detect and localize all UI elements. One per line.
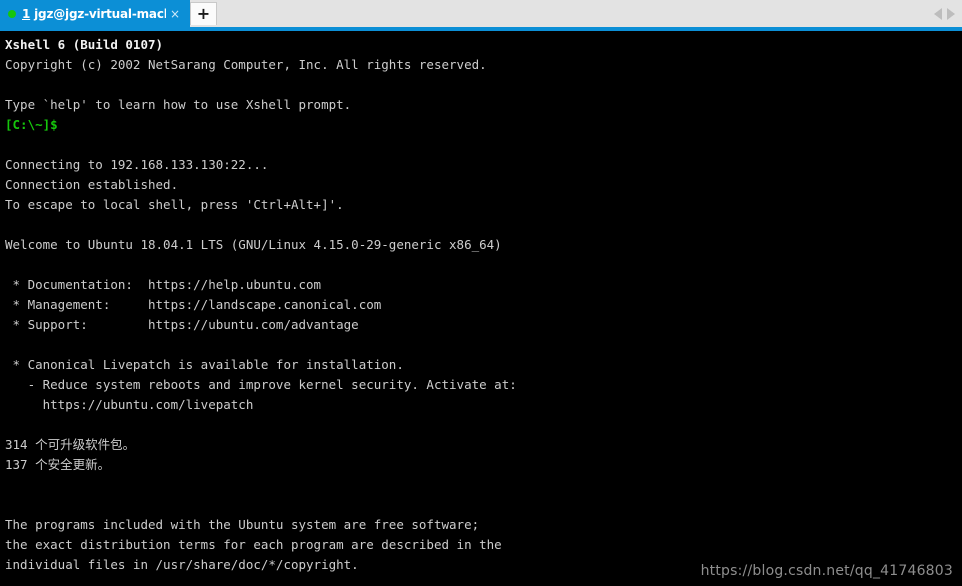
terminal-line xyxy=(5,475,962,495)
tab-bar-spacer xyxy=(217,0,934,27)
terminal-line: https://ubuntu.com/livepatch xyxy=(5,395,962,415)
terminal-line-text: Copyright (c) 2002 NetSarang Computer, I… xyxy=(5,57,487,72)
tab-nav-buttons xyxy=(934,0,962,27)
terminal-line xyxy=(5,135,962,155)
terminal-line-text: - Reduce system reboots and improve kern… xyxy=(5,377,517,392)
tab-title: jgz@jgz-virtual-machine: ~ xyxy=(34,6,166,21)
terminal-line: * Management: https://landscape.canonica… xyxy=(5,295,962,315)
terminal-line-text: 137 个安全更新。 xyxy=(5,457,111,472)
terminal-line: * Documentation: https://help.ubuntu.com xyxy=(5,275,962,295)
connection-status-dot-icon xyxy=(8,9,16,18)
terminal-line xyxy=(5,495,962,515)
terminal-line xyxy=(5,255,962,275)
terminal-line-text: * Canonical Livepatch is available for i… xyxy=(5,357,404,372)
terminal-line: 314 个可升级软件包。 xyxy=(5,435,962,455)
terminal-line-text: The programs included with the Ubuntu sy… xyxy=(5,517,480,532)
new-tab-button[interactable]: + xyxy=(190,2,217,25)
terminal-line-text: https://ubuntu.com/livepatch xyxy=(5,397,254,412)
chevron-left-icon[interactable] xyxy=(934,7,942,20)
terminal-line: Type `help' to learn how to use Xshell p… xyxy=(5,95,962,115)
terminal-line: * Support: https://ubuntu.com/advantage xyxy=(5,315,962,335)
terminal-line-text: the exact distribution terms for each pr… xyxy=(5,537,502,552)
terminal-output[interactable]: Xshell 6 (Build 0107) Copyright (c) 2002 … xyxy=(0,31,962,586)
terminal-line: To escape to local shell, press 'Ctrl+Al… xyxy=(5,195,962,215)
terminal-line-text xyxy=(5,337,13,352)
terminal-line xyxy=(5,415,962,435)
xshell-window: 1 jgz@jgz-virtual-machine: ~ × + Xshell … xyxy=(0,0,962,586)
terminal-line-text: * Documentation: https://help.ubuntu.com xyxy=(5,277,322,292)
terminal-line xyxy=(5,335,962,355)
terminal-line: - Reduce system reboots and improve kern… xyxy=(5,375,962,395)
terminal-line-text: Connection established. xyxy=(5,177,179,192)
terminal-line-text: Xshell 6 (Build 0107) xyxy=(5,37,164,52)
terminal-line-text: To escape to local shell, press 'Ctrl+Al… xyxy=(5,197,344,212)
terminal-line: [C:\~]$ xyxy=(5,115,962,135)
watermark-text: https://blog.csdn.net/qq_41746803 xyxy=(700,563,953,579)
tab-index: 1 xyxy=(22,6,31,21)
terminal-line-text xyxy=(5,137,13,152)
terminal-line-text: 314 个可升级软件包。 xyxy=(5,437,136,452)
terminal-line: The programs included with the Ubuntu sy… xyxy=(5,515,962,535)
terminal-line-text xyxy=(5,217,13,232)
terminal-line-text xyxy=(5,77,13,92)
terminal-line-text: Connecting to 192.168.133.130:22... xyxy=(5,157,269,172)
terminal-line-text: Type `help' to learn how to use Xshell p… xyxy=(5,97,352,112)
terminal-line-text: individual files in /usr/share/doc/*/cop… xyxy=(5,557,359,572)
terminal-line: the exact distribution terms for each pr… xyxy=(5,535,962,555)
close-icon[interactable]: × xyxy=(166,8,184,20)
terminal-line: Copyright (c) 2002 NetSarang Computer, I… xyxy=(5,55,962,75)
terminal-line xyxy=(5,75,962,95)
terminal-line-text xyxy=(5,577,13,586)
terminal-line-text: * Support: https://ubuntu.com/advantage xyxy=(5,317,359,332)
tab-bar: 1 jgz@jgz-virtual-machine: ~ × + xyxy=(0,0,962,27)
terminal-line: 137 个安全更新。 xyxy=(5,455,962,475)
terminal-line: Xshell 6 (Build 0107) xyxy=(5,35,962,55)
terminal-line: Connection established. xyxy=(5,175,962,195)
terminal-line-text: Welcome to Ubuntu 18.04.1 LTS (GNU/Linux… xyxy=(5,237,502,252)
terminal-line-text xyxy=(5,257,13,272)
terminal-line-text xyxy=(5,477,13,492)
terminal-line: Connecting to 192.168.133.130:22... xyxy=(5,155,962,175)
terminal-line xyxy=(5,215,962,235)
terminal-line: Welcome to Ubuntu 18.04.1 LTS (GNU/Linux… xyxy=(5,235,962,255)
terminal-line-text xyxy=(5,497,13,512)
terminal-tab-1[interactable]: 1 jgz@jgz-virtual-machine: ~ × xyxy=(0,0,190,27)
chevron-right-icon[interactable] xyxy=(947,7,955,20)
terminal-line-text: [C:\~]$ xyxy=(5,117,58,132)
tab-label: 1 jgz@jgz-virtual-machine: ~ xyxy=(22,7,166,21)
terminal-line-text: * Management: https://landscape.canonica… xyxy=(5,297,382,312)
terminal-line-text xyxy=(5,417,13,432)
terminal-line: * Canonical Livepatch is available for i… xyxy=(5,355,962,375)
